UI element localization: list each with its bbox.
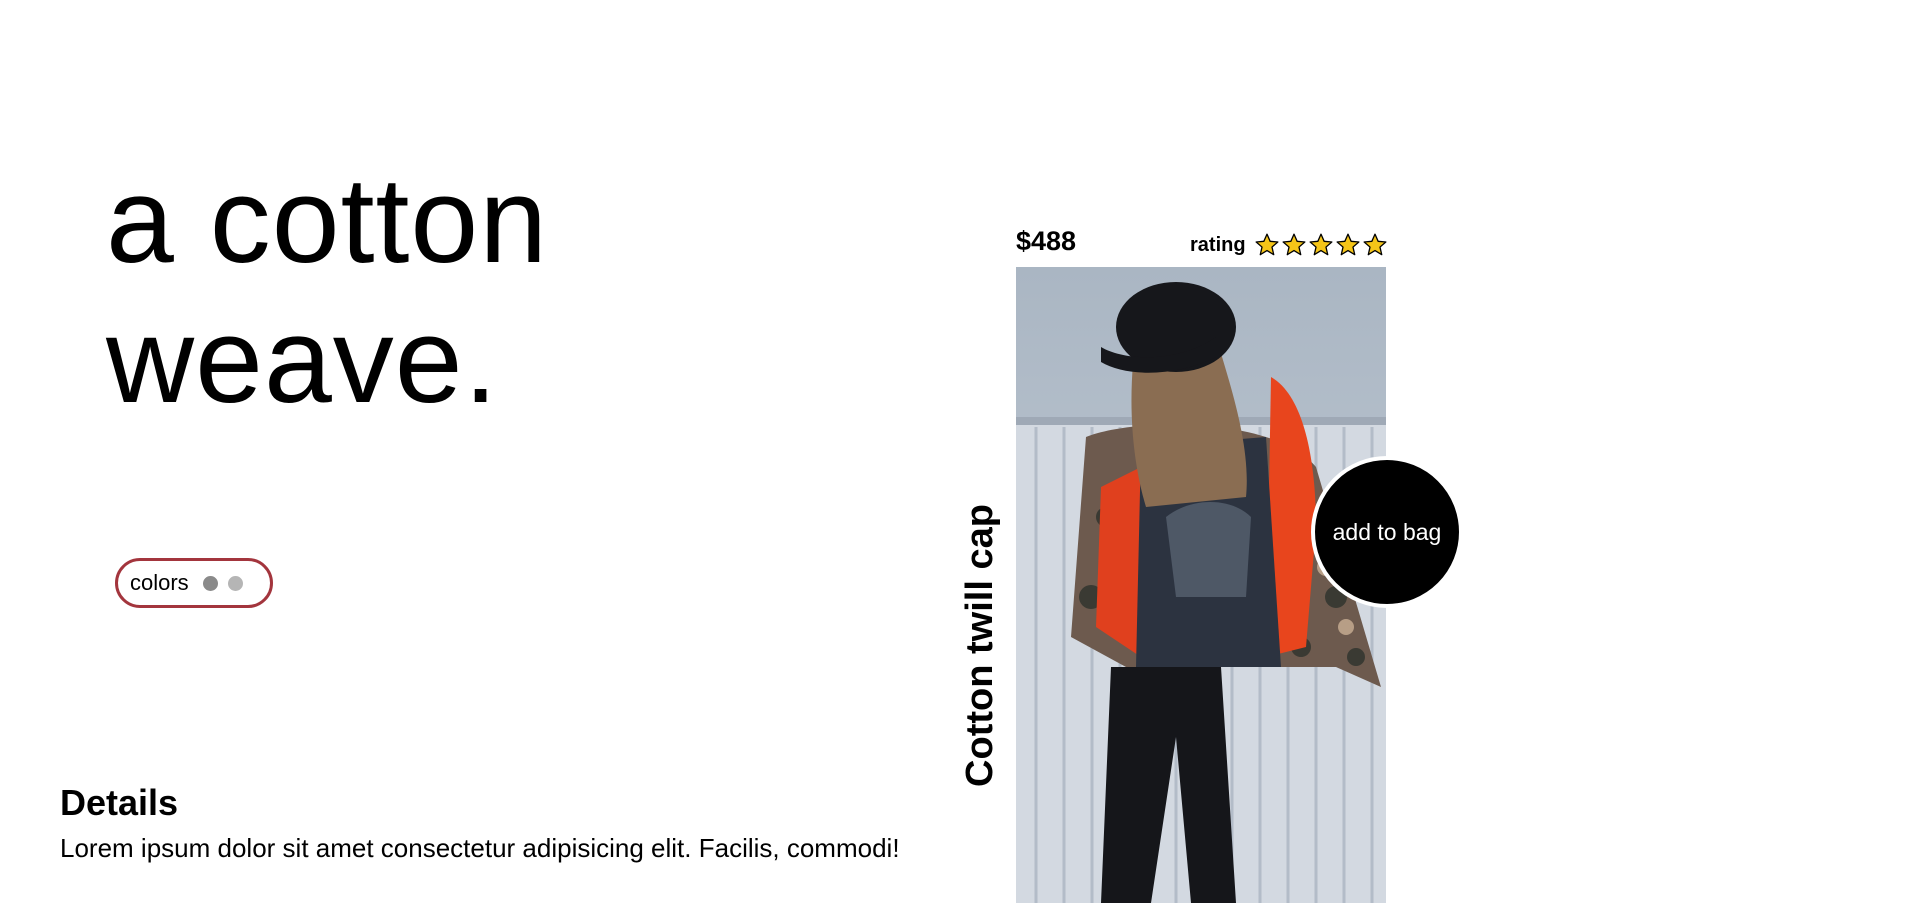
product-name: Cotton twill cap xyxy=(955,500,1005,790)
rating-stars xyxy=(1254,232,1389,258)
star-icon xyxy=(1336,233,1360,256)
colors-selector[interactable]: colors xyxy=(115,558,273,608)
color-swatch-dark[interactable] xyxy=(202,575,218,591)
details-text: Lorem ipsum dolor sit amet consectetur a… xyxy=(60,833,900,863)
product-price: $488 xyxy=(1016,226,1077,256)
colors-label: colors xyxy=(130,570,189,595)
star-icon xyxy=(1309,233,1333,256)
product-name-text: Cotton twill cap xyxy=(958,503,1001,787)
product-image xyxy=(1016,267,1386,903)
star-icon xyxy=(1363,233,1387,256)
hero-headline: a cotton weave. xyxy=(106,150,548,430)
product-photo-illustration xyxy=(1016,267,1386,903)
star-icon xyxy=(1255,233,1279,256)
rating-label: rating xyxy=(1190,233,1246,256)
add-to-bag-button[interactable]: add to bag xyxy=(1311,456,1463,608)
hero-line-1: a cotton xyxy=(106,152,549,288)
hero-line-2: weave. xyxy=(106,292,499,428)
color-swatch-light[interactable] xyxy=(227,575,243,591)
details-title: Details xyxy=(60,782,179,823)
product-rating: rating xyxy=(1190,232,1389,258)
star-icon xyxy=(1282,233,1306,256)
